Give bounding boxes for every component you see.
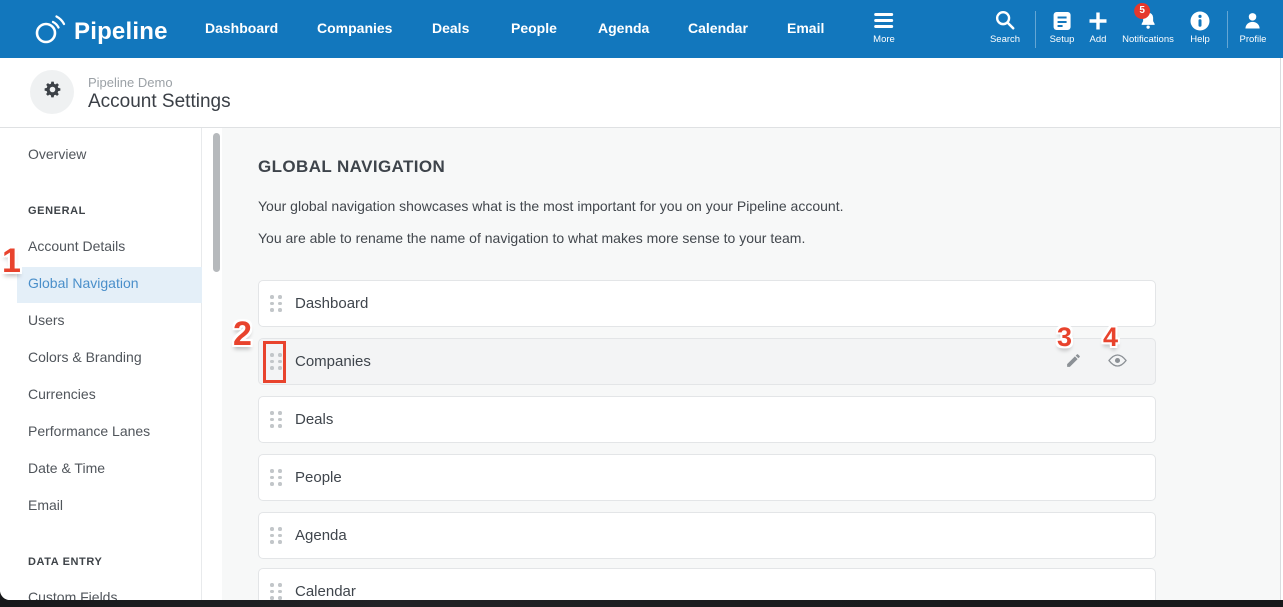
annotation-callout-1: 1 [2, 242, 21, 280]
nav-row-deals[interactable]: Deals [258, 396, 1156, 443]
navbar-divider [1227, 11, 1228, 48]
nav-row-agenda[interactable]: Agenda [258, 512, 1156, 559]
settings-avatar [30, 70, 74, 114]
nav-row-label: Calendar [295, 583, 356, 600]
drag-handle-icon[interactable] [270, 583, 282, 600]
annotation-callout-4: 4 [1103, 322, 1119, 352]
edit-pencil-icon[interactable] [1065, 352, 1082, 374]
sidebar-scrollbar-thumb[interactable] [213, 133, 220, 272]
nav-row-label: Deals [295, 411, 334, 428]
person-icon [1240, 9, 1267, 31]
notifications-badge: 5 [1134, 3, 1151, 19]
nav-row-label: People [295, 469, 342, 486]
nav-row-people[interactable]: People [258, 454, 1156, 501]
nav-item-calendar[interactable]: Calendar [688, 20, 748, 36]
sidebar-item-global-navigation[interactable]: Global Navigation [28, 275, 139, 291]
section-heading: GLOBAL NAVIGATION [258, 157, 446, 176]
add-button[interactable]: Add [1088, 9, 1108, 45]
more-menu-button[interactable]: More [873, 9, 895, 45]
profile-label: Profile [1239, 34, 1267, 45]
sidebar-section-data-entry: DATA ENTRY [28, 556, 103, 568]
annotation-callout-2: 2 [233, 315, 252, 353]
search-icon [990, 9, 1020, 31]
account-name: Pipeline Demo [88, 75, 173, 90]
notifications-button[interactable]: 5 Notifications [1122, 3, 1174, 45]
sidebar-section-general: GENERAL [28, 205, 86, 217]
nav-row-label: Agenda [295, 527, 347, 544]
pipeline-swirl-icon [33, 11, 67, 52]
nav-row-calendar[interactable]: Calendar [258, 568, 1156, 600]
nav-item-people[interactable]: People [511, 20, 557, 36]
sidebar-item-performance-lanes[interactable]: Performance Lanes [28, 423, 150, 439]
sidebar-item-currencies[interactable]: Currencies [28, 386, 96, 402]
drag-handle-icon[interactable] [270, 295, 282, 312]
description-line-1: Your global navigation showcases what is… [258, 198, 844, 214]
annotation-callout-3: 3 [1057, 322, 1073, 352]
sidebar-item-users[interactable]: Users [28, 312, 65, 328]
navbar-divider [1035, 11, 1036, 48]
page-header: Pipeline Demo Account Settings [0, 58, 1283, 128]
nav-item-agenda[interactable]: Agenda [598, 20, 649, 36]
main-content: GLOBAL NAVIGATION Your global navigation… [222, 128, 1283, 600]
nav-row-label: Dashboard [295, 295, 369, 312]
sidebar-item-overview[interactable]: Overview [28, 146, 86, 162]
sidebar-item-colors-branding[interactable]: Colors & Branding [28, 349, 142, 365]
setup-label: Setup [1049, 34, 1075, 45]
drag-handle-icon[interactable] [270, 411, 282, 428]
nav-row-label: Companies [295, 353, 371, 370]
bell-icon: 5 [1122, 3, 1174, 31]
setup-book-icon [1050, 9, 1075, 31]
gear-icon [42, 79, 63, 105]
description-line-2: You are able to rename the name of navig… [258, 230, 806, 246]
nav-item-email[interactable]: Email [787, 20, 824, 36]
sidebar-item-account-details[interactable]: Account Details [28, 238, 125, 254]
nav-item-dashboard[interactable]: Dashboard [205, 20, 278, 36]
sidebar-item-date-time[interactable]: Date & Time [28, 460, 105, 476]
setup-button[interactable]: Setup [1049, 9, 1075, 45]
profile-button[interactable]: Profile [1239, 9, 1267, 45]
nav-row-dashboard[interactable]: Dashboard [258, 280, 1156, 327]
add-label: Add [1089, 34, 1107, 45]
page-title: Account Settings [88, 91, 231, 112]
sidebar-item-email[interactable]: Email [28, 497, 63, 513]
app-window: Pipeline Dashboard Companies Deals Peopl… [0, 0, 1283, 600]
search-label: Search [989, 34, 1021, 45]
drag-handle-icon[interactable] [270, 527, 282, 544]
pipeline-logo[interactable]: Pipeline [33, 11, 168, 52]
plus-icon [1088, 9, 1108, 31]
sidebar-item-custom-fields[interactable]: Custom Fields [28, 589, 117, 600]
help-label: Help [1190, 34, 1210, 45]
info-icon [1190, 9, 1210, 31]
top-navbar: Pipeline Dashboard Companies Deals Peopl… [0, 0, 1283, 58]
nav-item-companies[interactable]: Companies [317, 20, 392, 36]
screenshot-stage: Pipeline Dashboard Companies Deals Peopl… [0, 0, 1283, 607]
nav-item-deals[interactable]: Deals [432, 20, 469, 36]
annotation-highlight-box [263, 341, 286, 383]
drag-handle-icon[interactable] [270, 469, 282, 486]
search-button[interactable]: Search [990, 9, 1020, 45]
settings-sidebar: Overview GENERAL Account Details Global … [0, 128, 202, 600]
help-button[interactable]: Help [1190, 9, 1210, 45]
notifications-label: Notifications [1122, 34, 1174, 45]
logo-text: Pipeline [74, 17, 168, 45]
hamburger-icon [873, 9, 895, 31]
more-label: More [873, 34, 895, 45]
nav-row-companies[interactable]: Companies [258, 338, 1156, 385]
visibility-eye-icon[interactable] [1108, 353, 1127, 373]
